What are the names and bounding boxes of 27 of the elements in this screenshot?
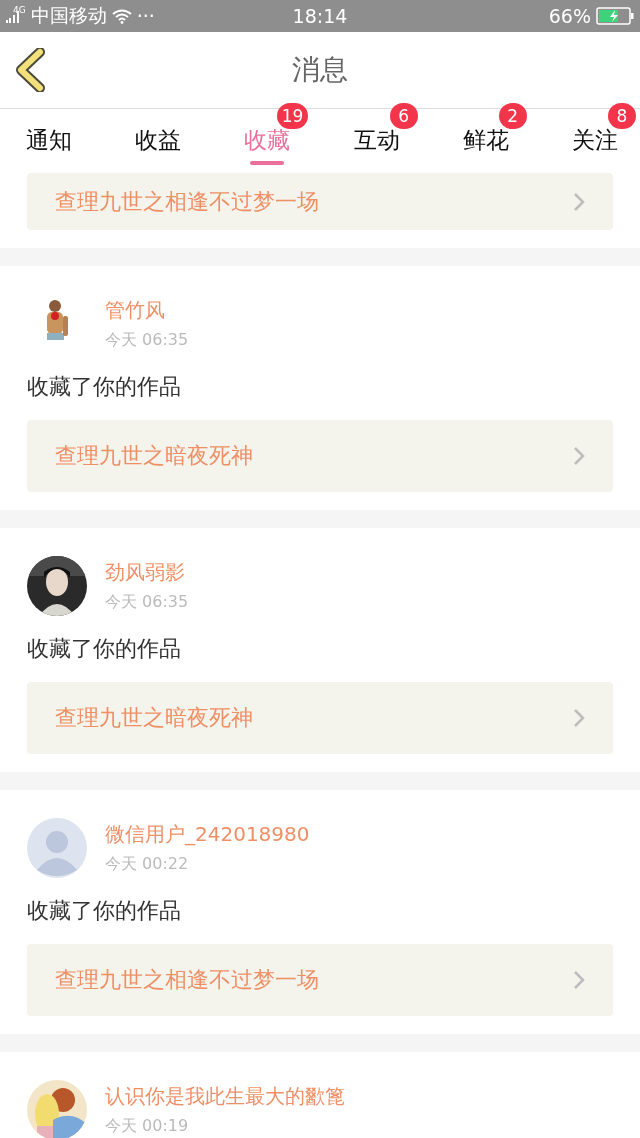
activity-text: 收藏了你的作品 [27, 897, 182, 925]
count-badge: 19 [276, 103, 309, 129]
network-type: 4G [13, 5, 26, 15]
user-name[interactable]: 管竹风 [105, 297, 189, 324]
timestamp: 今天 00:22 [105, 854, 190, 875]
work-link[interactable]: 查理九世之暗夜死神 [27, 682, 613, 754]
more-indicator: ··· [136, 5, 155, 27]
timestamp: 今天 06:35 [105, 592, 189, 613]
work-link[interactable]: 查理九世之相逢不过梦一场 [27, 944, 613, 1016]
work-link[interactable]: 查理九世之暗夜死神 [27, 420, 613, 492]
activity-text: 收藏了你的作品 [27, 635, 182, 663]
tab[interactable]: 收益 [123, 109, 194, 171]
count-badge: 6 [389, 103, 418, 129]
tab[interactable]: 通知 [14, 109, 84, 171]
carrier-name: 中国移动 [30, 3, 107, 28]
timestamp: 今天 06:35 [105, 330, 189, 351]
activity-text: 收藏了你的作品 [27, 373, 182, 401]
user-name[interactable]: 微信用户_242018980 [105, 821, 310, 848]
work-link[interactable]: 查理九世之相逢不过梦一场 [27, 173, 613, 230]
timestamp: 今天 00:19 [105, 1116, 190, 1137]
page-title: 消息 [292, 52, 348, 88]
clock: 18:14 [292, 5, 348, 27]
user-name[interactable]: 劲风弱影 [105, 559, 189, 586]
user-name[interactable]: 认识你是我此生最大的歠篦 [105, 1083, 345, 1110]
count-badge: 2 [498, 103, 527, 129]
battery-percent: 66% [548, 5, 591, 27]
count-badge: 8 [607, 103, 636, 129]
